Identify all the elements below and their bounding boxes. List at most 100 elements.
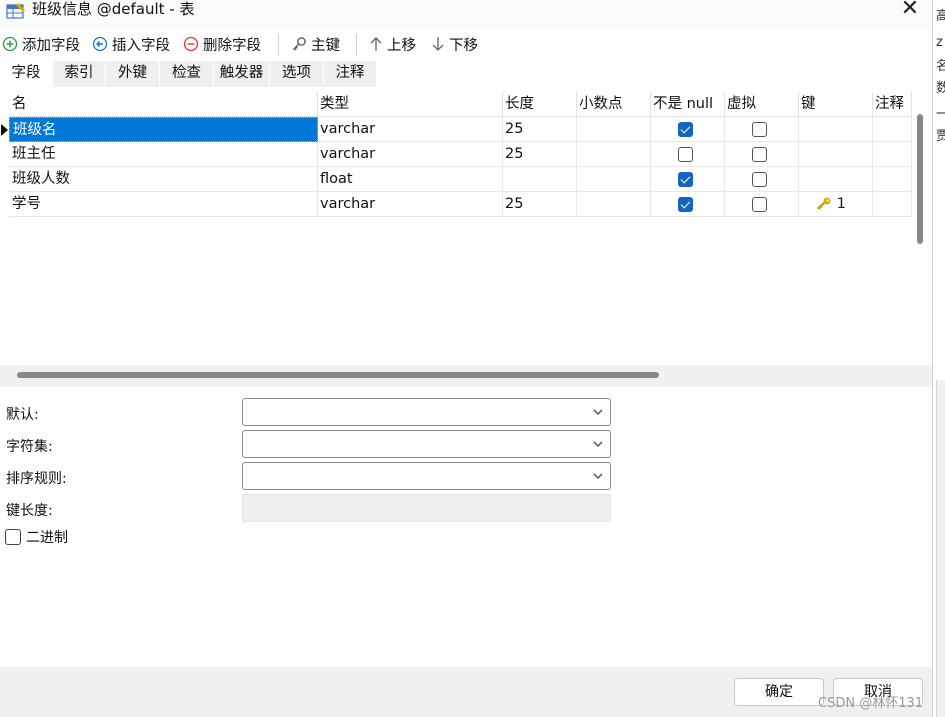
checkbox-box[interactable] [5,529,21,545]
table-row[interactable]: 班主任 varchar 25 [0,142,912,167]
not-null-checkbox[interactable] [678,122,693,137]
key-length-field [242,494,611,522]
grid-header: 名 类型 长度 小数点 不是 null 虚拟 键 注释 [0,92,912,117]
column-header-decimal[interactable]: 小数点 [576,92,651,117]
column-header-name[interactable]: 名 [9,92,318,117]
binary-checkbox[interactable]: 二进制 [5,527,68,547]
column-header-not-null[interactable]: 不是 null [650,92,725,117]
tab-fields[interactable]: 字段 [0,61,53,87]
field-comment-cell[interactable] [872,142,912,167]
field-decimal-cell[interactable] [576,142,651,167]
not-null-checkbox[interactable] [678,172,693,187]
field-key-cell[interactable] [798,142,873,167]
not-null-checkbox[interactable] [678,197,693,212]
field-not-null-cell[interactable] [650,192,725,217]
field-length-cell[interactable] [502,167,577,192]
background-text: 一 [936,108,945,122]
insert-field-button[interactable]: 插入字段 [92,32,170,56]
add-icon [2,36,18,52]
arrow-down-icon [432,37,444,51]
not-null-checkbox[interactable] [678,147,693,162]
watermark: CSDN @林怀131 [818,696,924,711]
field-name-cell[interactable]: 学号 [9,192,318,217]
field-comment-cell[interactable] [872,117,912,142]
field-name-cell[interactable]: 班级名 [9,117,318,142]
table-row[interactable]: 班级名 varchar 25 [0,117,912,142]
move-down-button[interactable]: 下移 [431,32,478,56]
tab-checks[interactable]: 检查 [160,61,214,87]
collation-select[interactable] [242,462,611,490]
field-decimal-cell[interactable] [576,192,651,217]
field-type-cell[interactable]: varchar [317,192,503,217]
field-type-cell[interactable]: varchar [317,117,503,142]
add-field-button[interactable]: 添加字段 [2,32,80,56]
virtual-checkbox[interactable] [752,172,767,187]
field-virtual-cell[interactable] [724,117,799,142]
column-header-comment[interactable]: 注释 [872,92,912,117]
field-key-cell[interactable] [798,117,873,142]
background-text: 数 [936,82,945,96]
column-header-length[interactable]: 长度 [502,92,577,117]
move-up-label: 上移 [387,37,416,54]
fields-grid: 名 类型 长度 小数点 不是 null 虚拟 键 注释 班级名 varchar … [0,92,912,365]
virtual-checkbox[interactable] [752,197,767,212]
tab-indexes[interactable]: 索引 [53,61,106,87]
tab-options[interactable]: 选项 [270,61,324,87]
window-title: 班级信息 @default - 表 [32,0,195,18]
column-header-type[interactable]: 类型 [317,92,503,117]
key-length-label: 键长度: [6,503,53,519]
field-comment-cell[interactable] [872,167,912,192]
charset-label: 字符集: [6,439,53,455]
field-name-cell[interactable]: 班级人数 [9,167,318,192]
default-select[interactable] [242,398,611,426]
column-header-virtual[interactable]: 虚拟 [724,92,799,117]
key-order: 1 [836,196,846,212]
scrollbar-thumb[interactable] [917,114,923,244]
toolbar-divider [356,34,357,56]
field-length-cell[interactable]: 25 [502,117,577,142]
table-row[interactable]: 班级人数 float [0,167,912,192]
field-decimal-cell[interactable] [576,167,651,192]
tab-comment[interactable]: 注释 [324,61,377,87]
field-type-cell[interactable]: varchar [317,142,503,167]
field-length-cell[interactable]: 25 [502,192,577,217]
field-key-cell[interactable] [798,167,873,192]
field-type-cell[interactable]: float [317,167,503,192]
key-icon [293,37,306,51]
add-field-label: 添加字段 [22,37,80,54]
field-not-null-cell[interactable] [650,167,725,192]
background-window-panel [936,380,945,717]
field-not-null-cell[interactable] [650,142,725,167]
field-length-cell[interactable]: 25 [502,142,577,167]
virtual-checkbox[interactable] [752,147,767,162]
title-bar: 班级信息 @default - 表 ✕ [0,0,932,30]
field-key-cell[interactable]: 1 [798,192,873,217]
move-up-button[interactable]: 上移 [369,32,416,56]
delete-field-button[interactable]: 删除字段 [183,32,261,56]
delete-icon [183,36,199,52]
field-virtual-cell[interactable] [724,142,799,167]
insert-icon [92,36,108,52]
close-icon[interactable]: ✕ [896,0,924,22]
toolbar: 添加字段 插入字段 删除字段 主键 上移 下移 [0,30,932,58]
table-row[interactable]: 学号 varchar 25 1 [0,192,912,217]
field-not-null-cell[interactable] [650,117,725,142]
virtual-checkbox[interactable] [752,122,767,137]
charset-select[interactable] [242,430,611,458]
delete-field-label: 删除字段 [203,37,261,54]
scrollbar-thumb[interactable] [17,372,659,378]
column-header-key[interactable]: 键 [798,92,873,117]
grid-horizontal-scrollbar[interactable] [0,365,932,387]
field-name-cell[interactable]: 班主任 [9,142,318,167]
field-comment-cell[interactable] [872,192,912,217]
field-virtual-cell[interactable] [724,167,799,192]
grid-vertical-scrollbar[interactable] [912,92,932,365]
chevron-down-icon [593,473,603,479]
field-virtual-cell[interactable] [724,192,799,217]
tab-foreign-keys[interactable]: 外键 [106,61,160,87]
tab-triggers[interactable]: 触发器 [214,61,270,87]
tab-bar: 字段 索引 外键 检查 触发器 选项 注释 [0,61,932,87]
ok-button[interactable]: 确定 [734,678,824,706]
primary-key-button[interactable]: 主键 [291,32,340,56]
field-decimal-cell[interactable] [576,117,651,142]
